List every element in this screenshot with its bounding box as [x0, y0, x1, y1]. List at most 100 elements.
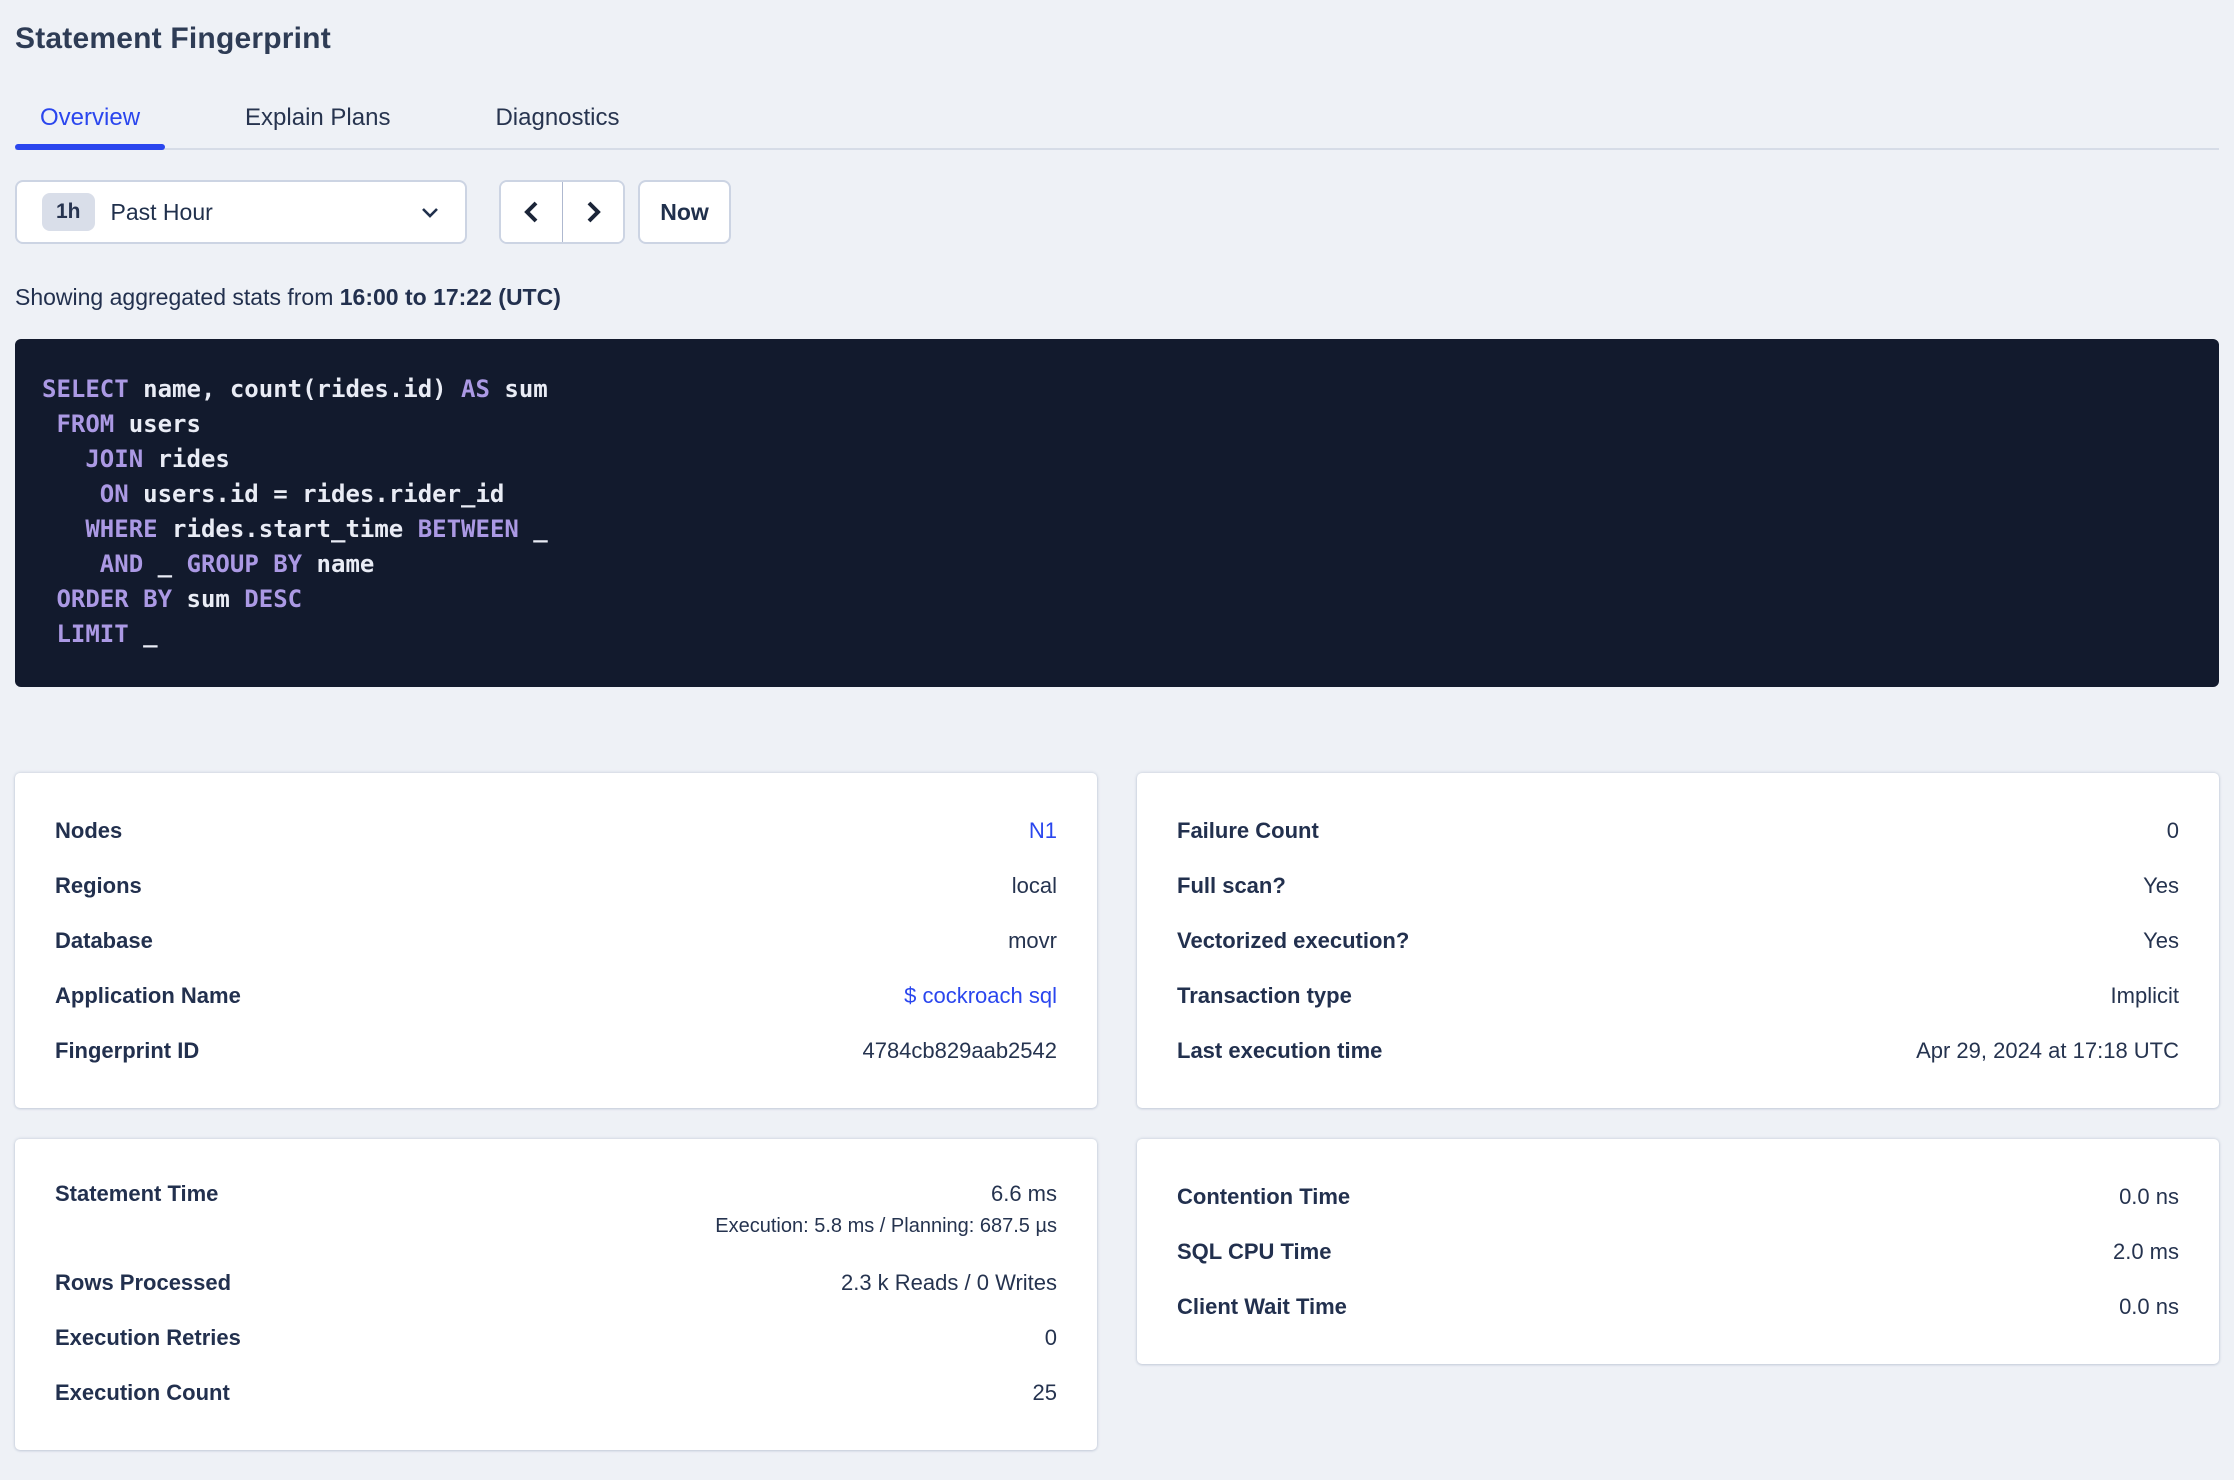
card-row: Database movr [55, 913, 1057, 968]
row-label: Vectorized execution? [1177, 927, 1410, 953]
row-value-group: $ cockroach sql [904, 983, 1057, 1009]
row-value: 25 [1032, 1379, 1057, 1405]
time-interval-label: Past Hour [110, 198, 213, 225]
card-row: Vectorized execution? Yes [1177, 913, 2179, 968]
row-value-group: movr [1008, 928, 1057, 954]
sql-statement-box: SELECT name, count(rides.id) AS sum FROM… [15, 339, 2219, 687]
prev-time-button[interactable] [501, 182, 562, 242]
row-label: Contention Time [1177, 1183, 1351, 1209]
sql-line: ON users.id = rides.rider_id [99, 480, 505, 508]
card-row: Transaction type Implicit [1177, 968, 2179, 1023]
page-title: Statement Fingerprint [15, 22, 331, 55]
sql-line: FROM users [56, 410, 201, 438]
row-value: 2.3 k Reads / 0 Writes [840, 1269, 1057, 1295]
row-label: Client Wait Time [1177, 1293, 1347, 1319]
card-row: Failure Count 0 [1177, 803, 2179, 858]
row-value-link[interactable]: N1 [1029, 818, 1057, 844]
card-row: Rows Processed 2.3 k Reads / 0 Writes [55, 1255, 1057, 1310]
stats-text-prefix: Showing aggregated stats from [15, 284, 340, 310]
card-row: Execution Count 25 [55, 1365, 1057, 1420]
row-value-group: 0.0 ns [2119, 1294, 2179, 1320]
row-value: Yes [2143, 927, 2179, 953]
sql-line: WHERE rides.start_time BETWEEN _ [85, 515, 548, 543]
row-value: 2.0 ms [2112, 1238, 2179, 1264]
card-row: SQL CPU Time 2.0 ms [1177, 1224, 2179, 1279]
card-row: Application Name $ cockroach sql [55, 968, 1057, 1023]
row-value: 4784cb829aab2542 [862, 1037, 1057, 1063]
row-value: Yes [2143, 872, 2179, 898]
row-value-group: 4784cb829aab2542 [862, 1038, 1057, 1064]
row-label: Fingerprint ID [55, 1037, 200, 1063]
row-label: SQL CPU Time [1177, 1238, 1332, 1264]
time-toolbar: 1h Past Hour Now [15, 180, 2219, 244]
row-label: Regions [55, 872, 142, 898]
row-value-group: Apr 29, 2024 at 17:18 UTC [1916, 1038, 2179, 1064]
stats-time-range: 16:00 to 17:22 (UTC) [339, 284, 561, 310]
row-value-group: 25 [1033, 1380, 1057, 1406]
statement-fingerprint-page: Statement Fingerprint Overview Explain Pl… [0, 22, 2234, 1450]
row-value: local [1011, 872, 1057, 898]
row-value-link[interactable]: $ cockroach sql [904, 983, 1057, 1009]
card-row: Contention Time 0.0 ns [1177, 1169, 2179, 1224]
row-value-group: Yes [2143, 873, 2179, 899]
row-value: 0.0 ns [2119, 1183, 2179, 1209]
row-subvalue: Execution: 5.8 ms / Planning: 687.5 µs [715, 1215, 1057, 1237]
aggregated-stats-text: Showing aggregated stats from 16:00 to 1… [15, 284, 2219, 311]
card-row: Client Wait Time 0.0 ns [1177, 1279, 2179, 1334]
sql-line: AND _ GROUP BY name [99, 550, 375, 578]
row-label: Database [55, 927, 153, 953]
row-value-group: 2.0 ms [2113, 1239, 2179, 1265]
execution-attributes-card: Failure Count 0 Full scan? Yes Vectorized ex… [1137, 773, 2219, 1108]
tab-explain-plans[interactable]: Explain Plans [220, 92, 415, 148]
now-button[interactable]: Now [638, 180, 731, 244]
row-value: movr [1008, 927, 1057, 953]
tab-overview[interactable]: Overview [15, 92, 166, 150]
sql-line: SELECT name, count(rides.id) AS sum [42, 375, 548, 403]
row-value-group: 0 [1045, 1325, 1057, 1351]
row-value-group: local [1012, 873, 1057, 899]
time-interval-dropdown[interactable]: 1h Past Hour [15, 180, 467, 244]
next-time-button[interactable] [562, 182, 623, 242]
tab-bar: Overview Explain Plans Diagnostics [15, 92, 2219, 150]
chevron-down-icon [417, 199, 443, 225]
row-label: Failure Count [1177, 817, 1319, 843]
sql-line: JOIN rides [85, 445, 230, 473]
row-value: 0.0 ns [2119, 1293, 2179, 1319]
sql-line: ORDER BY sum DESC [56, 585, 303, 613]
row-value-group: N1 [1029, 818, 1057, 844]
row-value-group: 0.0 ns [2119, 1184, 2179, 1210]
row-value: Implicit [2110, 982, 2179, 1008]
card-row: Regions local [55, 858, 1057, 913]
time-step-button-group [499, 180, 625, 244]
row-value-group: Implicit [2111, 983, 2179, 1009]
row-value-group: 6.6 ms Execution: 5.8 ms / Planning: 687.… [715, 1181, 1057, 1238]
summary-cards: Nodes N1 Regions local Database movr Applicati… [15, 773, 2219, 1450]
row-label: Statement Time [55, 1181, 219, 1206]
row-label: Application Name [55, 982, 241, 1008]
card-row: Nodes N1 [55, 803, 1057, 858]
row-label: Execution Count [55, 1379, 230, 1405]
chevron-left-icon [519, 197, 545, 227]
row-label: Rows Processed [55, 1269, 232, 1295]
sql-line: LIMIT _ [56, 620, 158, 648]
contention-card: Contention Time 0.0 ns SQL CPU Time 2.0 ms C… [1137, 1139, 2219, 1364]
row-value: 0 [1044, 1324, 1057, 1350]
statement-time-card: Statement Time 6.6 ms Execution: 5.8 ms / … [15, 1139, 1097, 1450]
statement-details-card: Nodes N1 Regions local Database movr Applicati… [15, 773, 1097, 1108]
row-value: 0 [2166, 817, 2179, 843]
card-row: Full scan? Yes [1177, 858, 2179, 913]
tab-diagnostics[interactable]: Diagnostics [470, 92, 644, 148]
row-label: Nodes [55, 817, 123, 843]
row-value: 6.6 ms [990, 1181, 1057, 1206]
row-value-group: 0 [2167, 818, 2179, 844]
row-value-group: Yes [2143, 928, 2179, 954]
row-label: Execution Retries [55, 1324, 241, 1350]
card-row: Last execution time Apr 29, 2024 at 17:18… [1177, 1023, 2179, 1078]
row-label: Last execution time [1177, 1037, 1383, 1063]
card-row: Execution Retries 0 [55, 1310, 1057, 1365]
chevron-right-icon [580, 197, 606, 227]
card-row: Statement Time 6.6 ms Execution: 5.8 ms / … [55, 1169, 1057, 1255]
card-row: Fingerprint ID 4784cb829aab2542 [55, 1023, 1057, 1078]
row-value: Apr 29, 2024 at 17:18 UTC [1916, 1037, 2179, 1063]
row-value-group: 2.3 k Reads / 0 Writes [841, 1270, 1057, 1296]
